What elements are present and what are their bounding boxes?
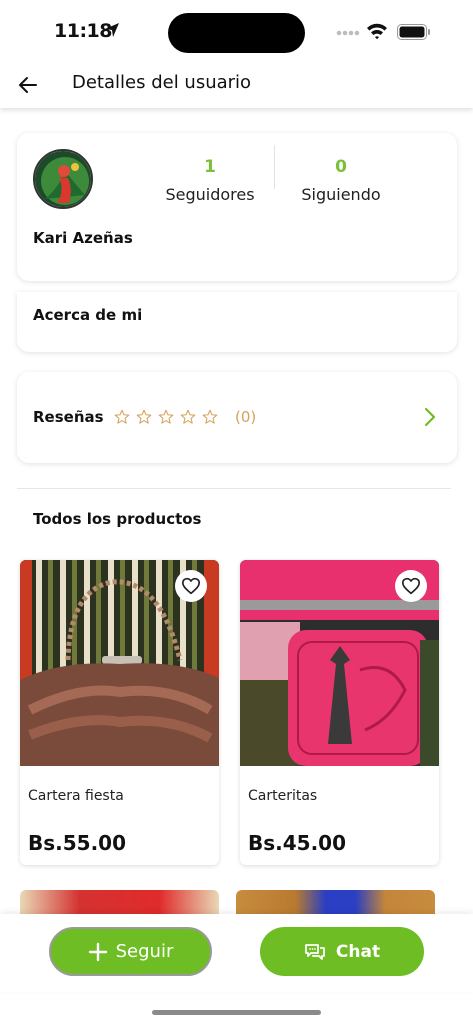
chat-label: Chat: [335, 941, 381, 962]
section-divider: [17, 488, 451, 489]
follow-button[interactable]: Seguir: [49, 927, 212, 976]
about-card: Acerca de mi: [17, 292, 457, 352]
reviews-count: (0): [235, 408, 257, 426]
chevron-right-icon[interactable]: [422, 406, 438, 428]
plus-icon: [88, 942, 107, 961]
reviews-title: Reseñas: [33, 408, 104, 426]
star-rating: [113, 408, 219, 426]
chat-button[interactable]: Chat: [260, 927, 424, 976]
following-label: Siguiendo: [301, 185, 381, 204]
followers-count: 1: [204, 157, 216, 177]
home-indicator[interactable]: [152, 1010, 321, 1015]
following-stat[interactable]: 0 Siguiendo: [276, 157, 406, 204]
heart-outline-icon: [182, 577, 200, 595]
product-price: Bs.45.00: [248, 831, 347, 855]
user-name: Kari Azeñas: [33, 229, 133, 247]
following-count: 0: [335, 157, 347, 177]
favorite-button[interactable]: [175, 570, 207, 602]
star-outline-icon: [202, 409, 218, 424]
status-bar: 11:18: [0, 0, 473, 62]
dynamic-island: [168, 13, 305, 53]
about-title: Acerca de mi: [33, 306, 143, 324]
product-price: Bs.55.00: [28, 831, 127, 855]
avatar[interactable]: [33, 149, 93, 209]
stat-divider: [274, 145, 275, 189]
app-bar: Detalles del usuario: [0, 62, 473, 108]
bottom-action-bar: Seguir Chat: [0, 914, 473, 992]
star-outline-icon: [136, 409, 152, 424]
product-card[interactable]: Cartera fiesta Bs.55.00: [20, 560, 219, 865]
star-outline-icon: [180, 409, 196, 424]
product-card[interactable]: Carteritas Bs.45.00: [240, 560, 439, 865]
products-section-title: Todos los productos: [33, 510, 202, 528]
followers-label: Seguidores: [165, 185, 255, 204]
favorite-button[interactable]: [395, 570, 427, 602]
follow-label: Seguir: [115, 941, 174, 962]
product-name: Carteritas: [248, 788, 318, 804]
product-name: Cartera fiesta: [28, 788, 124, 804]
followers-stat[interactable]: 1 Seguidores: [145, 157, 275, 204]
heart-outline-icon: [402, 577, 420, 595]
profile-card: 1 Seguidores 0 Siguiendo Kari Azeñas: [17, 133, 457, 281]
battery-icon: [397, 24, 430, 40]
star-outline-icon: [158, 409, 174, 424]
reviews-card[interactable]: Reseñas (0): [17, 372, 457, 463]
location-arrow-icon: [105, 23, 119, 37]
page-title: Detalles del usuario: [72, 72, 252, 93]
back-arrow-icon[interactable]: [14, 71, 42, 99]
chat-bubbles-icon: [305, 943, 325, 960]
star-outline-icon: [114, 409, 130, 424]
wifi-icon: [367, 23, 387, 40]
signal-icon: [336, 30, 360, 36]
